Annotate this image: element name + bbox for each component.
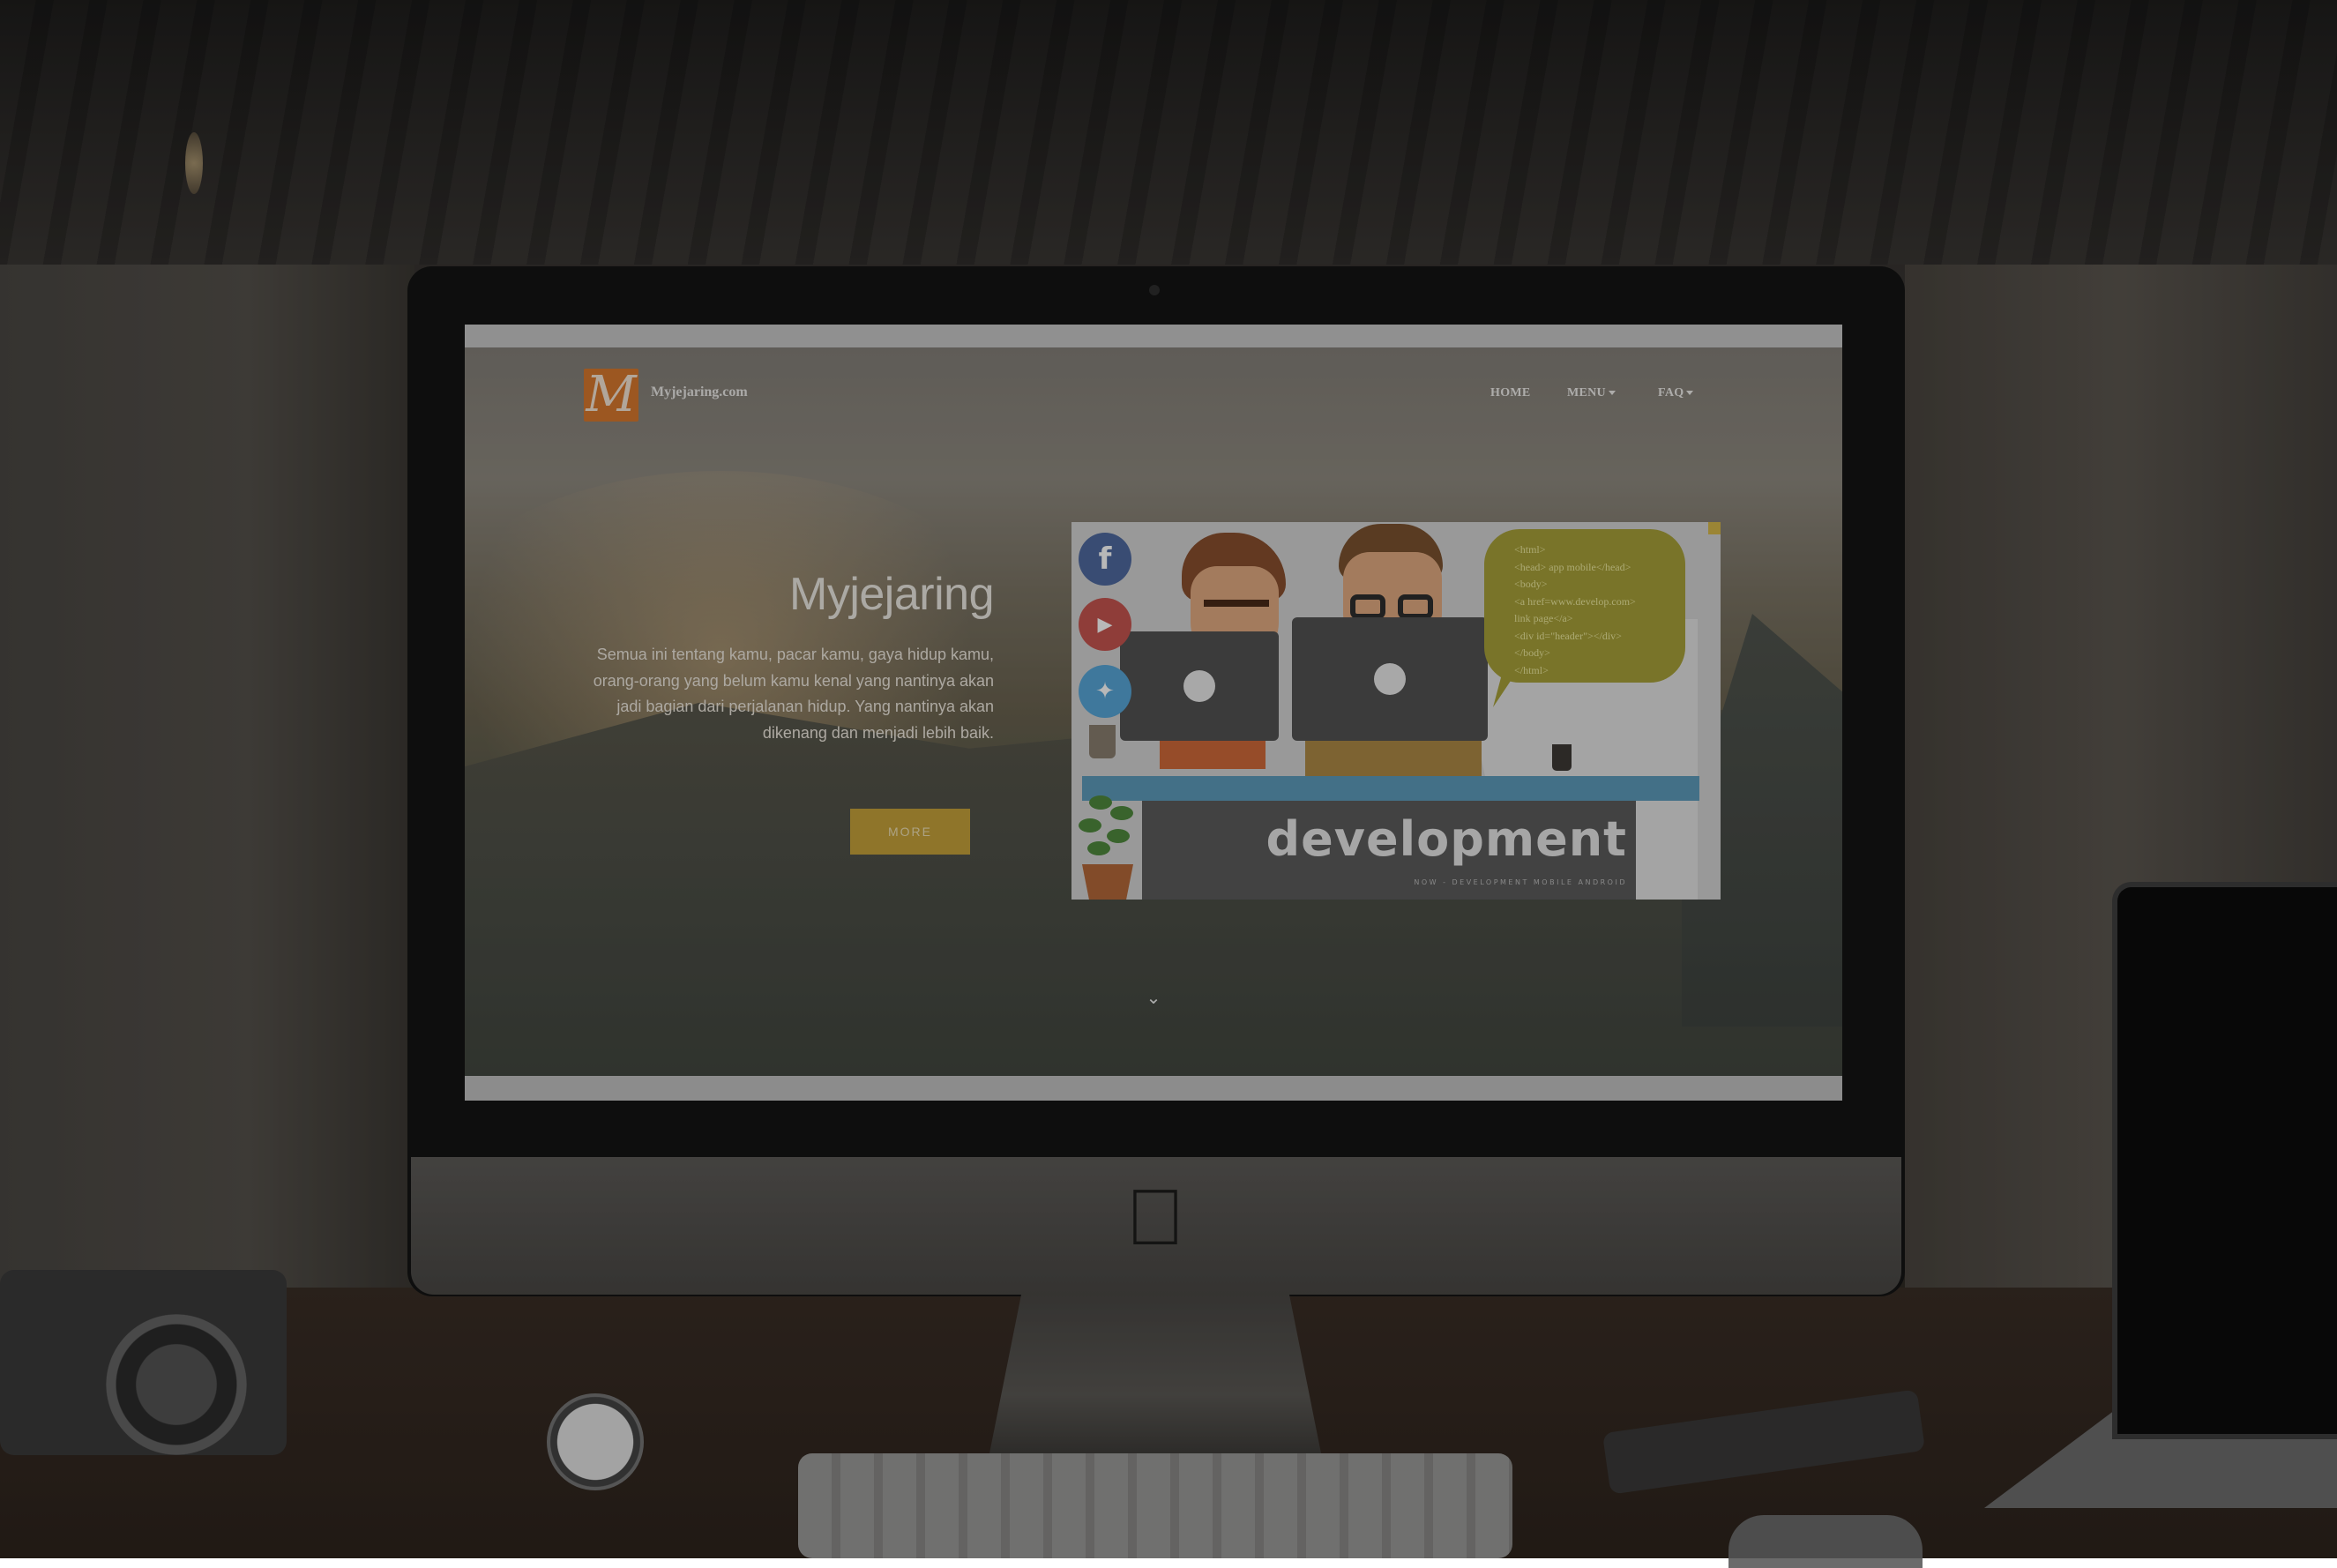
- hero-paragraph: Semua ini tentang kamu, pacar kamu, gaya…: [593, 646, 994, 742]
- camera-lens: [106, 1314, 247, 1455]
- caret-down-icon: [1686, 391, 1694, 396]
- imac-screen: M Myjejaring.com HOME MENU FAQ Myjejarin…: [465, 325, 1842, 1101]
- plant-pot: [1082, 864, 1133, 900]
- ceiling: [0, 0, 2337, 265]
- screen-top-strip: [465, 325, 1842, 347]
- code-line: </html>: [1514, 663, 1549, 676]
- nav-home[interactable]: HOME: [1490, 386, 1531, 400]
- imac-stand: [988, 1295, 1323, 1462]
- left-wall: [0, 265, 414, 1288]
- code-line: </body>: [1514, 646, 1550, 659]
- site-name-link[interactable]: Myjejaring.com: [651, 385, 748, 400]
- code-line: <html>: [1514, 543, 1546, 556]
- hero-title: Myjejaring: [789, 569, 994, 620]
- hero-section: M Myjejaring.com HOME MENU FAQ Myjejarin…: [465, 347, 1842, 1076]
- code-line: <div id="header"></div>: [1514, 629, 1622, 642]
- chevron-down-icon[interactable]: ⌄: [1144, 989, 1163, 1008]
- code-line: <body>: [1514, 578, 1548, 590]
- nav-home-label: HOME: [1490, 386, 1531, 399]
- development-headline: development: [1266, 811, 1627, 867]
- webcam: [1149, 285, 1160, 295]
- facebook-icon[interactable]: f: [1079, 533, 1131, 586]
- navbar: M Myjejaring.com HOME MENU FAQ: [465, 347, 1842, 444]
- nav-faq-label: FAQ: [1658, 386, 1684, 399]
- code-snippet: <html> <head> app mobile</head> <body> <…: [1514, 541, 1691, 679]
- laptop-left: [1120, 631, 1279, 741]
- laptop-right: [1292, 617, 1488, 741]
- code-line: <a href=www.develop.com>: [1514, 594, 1636, 608]
- hanging-lamp: [185, 132, 203, 194]
- nav-faq-dropdown[interactable]: FAQ: [1658, 386, 1694, 400]
- laptop-logo-dot: [1183, 670, 1215, 702]
- nav-menu-label: MENU: [1567, 386, 1606, 399]
- accent-square: [1708, 522, 1721, 534]
- laptop-logo-dot: [1374, 663, 1406, 695]
- nav-menu-dropdown[interactable]: MENU: [1567, 386, 1616, 400]
- illustration-desk-top: [1082, 776, 1699, 801]
- coffee-mug: [1089, 725, 1116, 758]
- twitter-icon[interactable]: ✦: [1079, 665, 1131, 718]
- caret-down-icon: [1608, 391, 1616, 396]
- laptop-screen: [2112, 882, 2337, 1439]
- screen-bottom-strip: [465, 1076, 1842, 1101]
- code-line: <head> app mobile</head>: [1514, 560, 1631, 573]
- development-subline: NOW - DEVELOPMENT MOBILE ANDROID: [1414, 878, 1627, 886]
- site-logo[interactable]: M: [584, 369, 638, 422]
- coffee-mug: [1552, 744, 1572, 771]
- wristwatch: [547, 1393, 644, 1490]
- keyboard: [798, 1453, 1512, 1558]
- plant-icon: [1071, 787, 1142, 866]
- development-illustration: <html> <head> app mobile</head> <body> <…: [1071, 522, 1721, 900]
- developer-left-brow: [1204, 600, 1269, 607]
- youtube-icon[interactable]: ▶: [1079, 598, 1131, 651]
- code-line: link page</a>: [1514, 612, 1573, 624]
- mouse: [1728, 1515, 1923, 1568]
- more-button[interactable]: MORE: [850, 809, 970, 855]
- apple-logo-icon: : [1120, 1178, 1191, 1258]
